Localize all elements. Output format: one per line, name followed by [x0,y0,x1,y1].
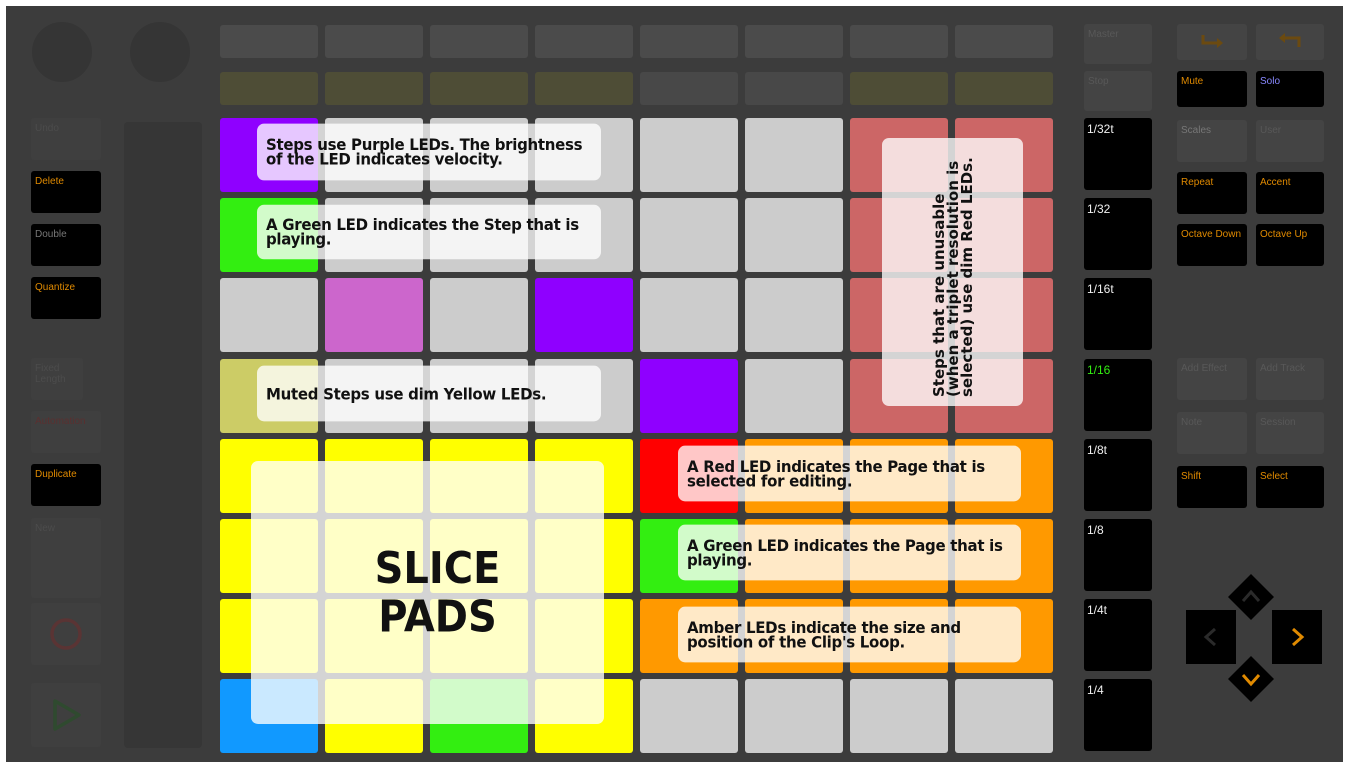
right-arrow-button[interactable] [1272,610,1322,664]
annotation-red-page: A Red LED indicates the Page that is sel… [678,445,1021,502]
octave-up-button[interactable]: Octave Up [1256,224,1324,266]
left-arrow-button[interactable] [1186,610,1236,664]
upper-display-button[interactable] [430,25,528,58]
select-button[interactable]: Select [1256,466,1324,508]
chevron-right-icon [1292,627,1305,647]
lower-display-button[interactable] [535,72,633,105]
record-icon [50,618,82,650]
back-button[interactable] [1256,24,1324,60]
length-button[interactable]: 1/8 [1084,519,1152,591]
shift-button[interactable]: Shift [1177,466,1247,508]
user-button[interactable]: User [1256,120,1324,162]
add-track-button[interactable]: Add Track [1256,358,1324,400]
chevron-down-icon [1241,674,1261,687]
length-button[interactable]: 1/4 [1084,679,1152,751]
lower-display-button[interactable] [955,72,1053,105]
grid-pad[interactable] [220,278,318,352]
redo-button[interactable] [1177,24,1247,60]
grid-pad[interactable] [745,679,843,753]
tempo-knob[interactable] [32,22,92,82]
grid-pad[interactable] [955,679,1053,753]
stop-button[interactable]: Stop [1084,71,1152,111]
annotation-purple-steps: Steps use Purple LEDs. The brightness of… [257,123,601,181]
annotation-unusable-steps: Steps that are unusable (when a triplet … [929,157,976,397]
record-button[interactable] [31,603,101,665]
add-effect-button[interactable]: Add Effect [1177,358,1247,400]
automation-button[interactable]: Automation [31,411,101,453]
grid-pad[interactable] [640,118,738,192]
upper-display-button[interactable] [325,25,423,58]
length-button[interactable]: 1/16 [1084,359,1152,431]
upper-display-button[interactable] [535,25,633,58]
lower-display-button[interactable] [745,72,843,105]
push-controller: Undo Delete Double Quantize Fixed Length… [6,6,1343,762]
grid-pad[interactable] [535,278,633,352]
session-button[interactable]: Session [1256,412,1324,454]
play-icon [53,699,81,731]
upper-display-button[interactable] [955,25,1053,58]
chevron-up-icon [1241,589,1261,602]
redo-icon [1201,35,1223,48]
swing-knob[interactable] [130,22,190,82]
length-button[interactable]: 1/4t [1084,599,1152,671]
upper-display-button[interactable] [745,25,843,58]
quantize-button[interactable]: Quantize [31,277,101,319]
octave-down-button[interactable]: Octave Down [1177,224,1247,266]
grid-pad[interactable] [745,198,843,272]
slice-pads-label: SLICE PADS [374,543,501,642]
lower-display-button[interactable] [430,72,528,105]
grid-pad[interactable] [640,198,738,272]
upper-display-button[interactable] [220,25,318,58]
delete-button[interactable]: Delete [31,171,101,213]
grid-pad[interactable] [640,359,738,433]
mute-button[interactable]: Mute [1177,71,1247,107]
grid-pad[interactable] [430,278,528,352]
upper-display-button[interactable] [640,25,738,58]
annotation-unusable-steps-box: Steps that are unusable (when a triplet … [882,138,1023,406]
grid-pad[interactable] [640,679,738,753]
grid-pad[interactable] [745,359,843,433]
scales-button[interactable]: Scales [1177,120,1247,162]
grid-pad[interactable] [325,278,423,352]
play-button[interactable] [31,683,101,747]
undo-button[interactable]: Undo [31,118,101,160]
annotation-green-step: A Green LED indicates the Step that is p… [257,204,601,260]
chevron-left-icon [1203,627,1216,647]
solo-button[interactable]: Solo [1256,71,1324,107]
length-button[interactable]: 1/16t [1084,278,1152,350]
annotation-muted-steps: Muted Steps use dim Yellow LEDs. [257,365,601,422]
double-button[interactable]: Double [31,224,101,266]
grid-pad[interactable] [745,118,843,192]
fixed-length-button[interactable]: Fixed Length [31,358,83,400]
new-button[interactable]: New [31,518,101,598]
length-button[interactable]: 1/32t [1084,118,1152,190]
lower-display-button[interactable] [640,72,738,105]
lower-display-button[interactable] [325,72,423,105]
duplicate-button[interactable]: Duplicate [31,464,101,506]
note-button[interactable]: Note [1177,412,1247,454]
master-button[interactable]: Master [1084,24,1152,64]
annotation-green-page: A Green LED indicates the Page that is p… [678,524,1021,581]
grid-pad[interactable] [850,679,948,753]
repeat-button[interactable]: Repeat [1177,172,1247,214]
accent-button[interactable]: Accent [1256,172,1324,214]
lower-display-button[interactable] [220,72,318,105]
length-button[interactable]: 1/32 [1084,198,1152,270]
annotation-amber-loop: Amber LEDs indicate the size and positio… [678,606,1021,663]
length-button[interactable]: 1/8t [1084,439,1152,511]
slice-pads-box: SLICE PADS [251,461,604,724]
grid-pad[interactable] [745,278,843,352]
upper-display-button[interactable] [850,25,948,58]
return-icon [1279,33,1301,47]
touch-strip[interactable] [124,122,202,748]
lower-display-button[interactable] [850,72,948,105]
grid-pad[interactable] [640,278,738,352]
